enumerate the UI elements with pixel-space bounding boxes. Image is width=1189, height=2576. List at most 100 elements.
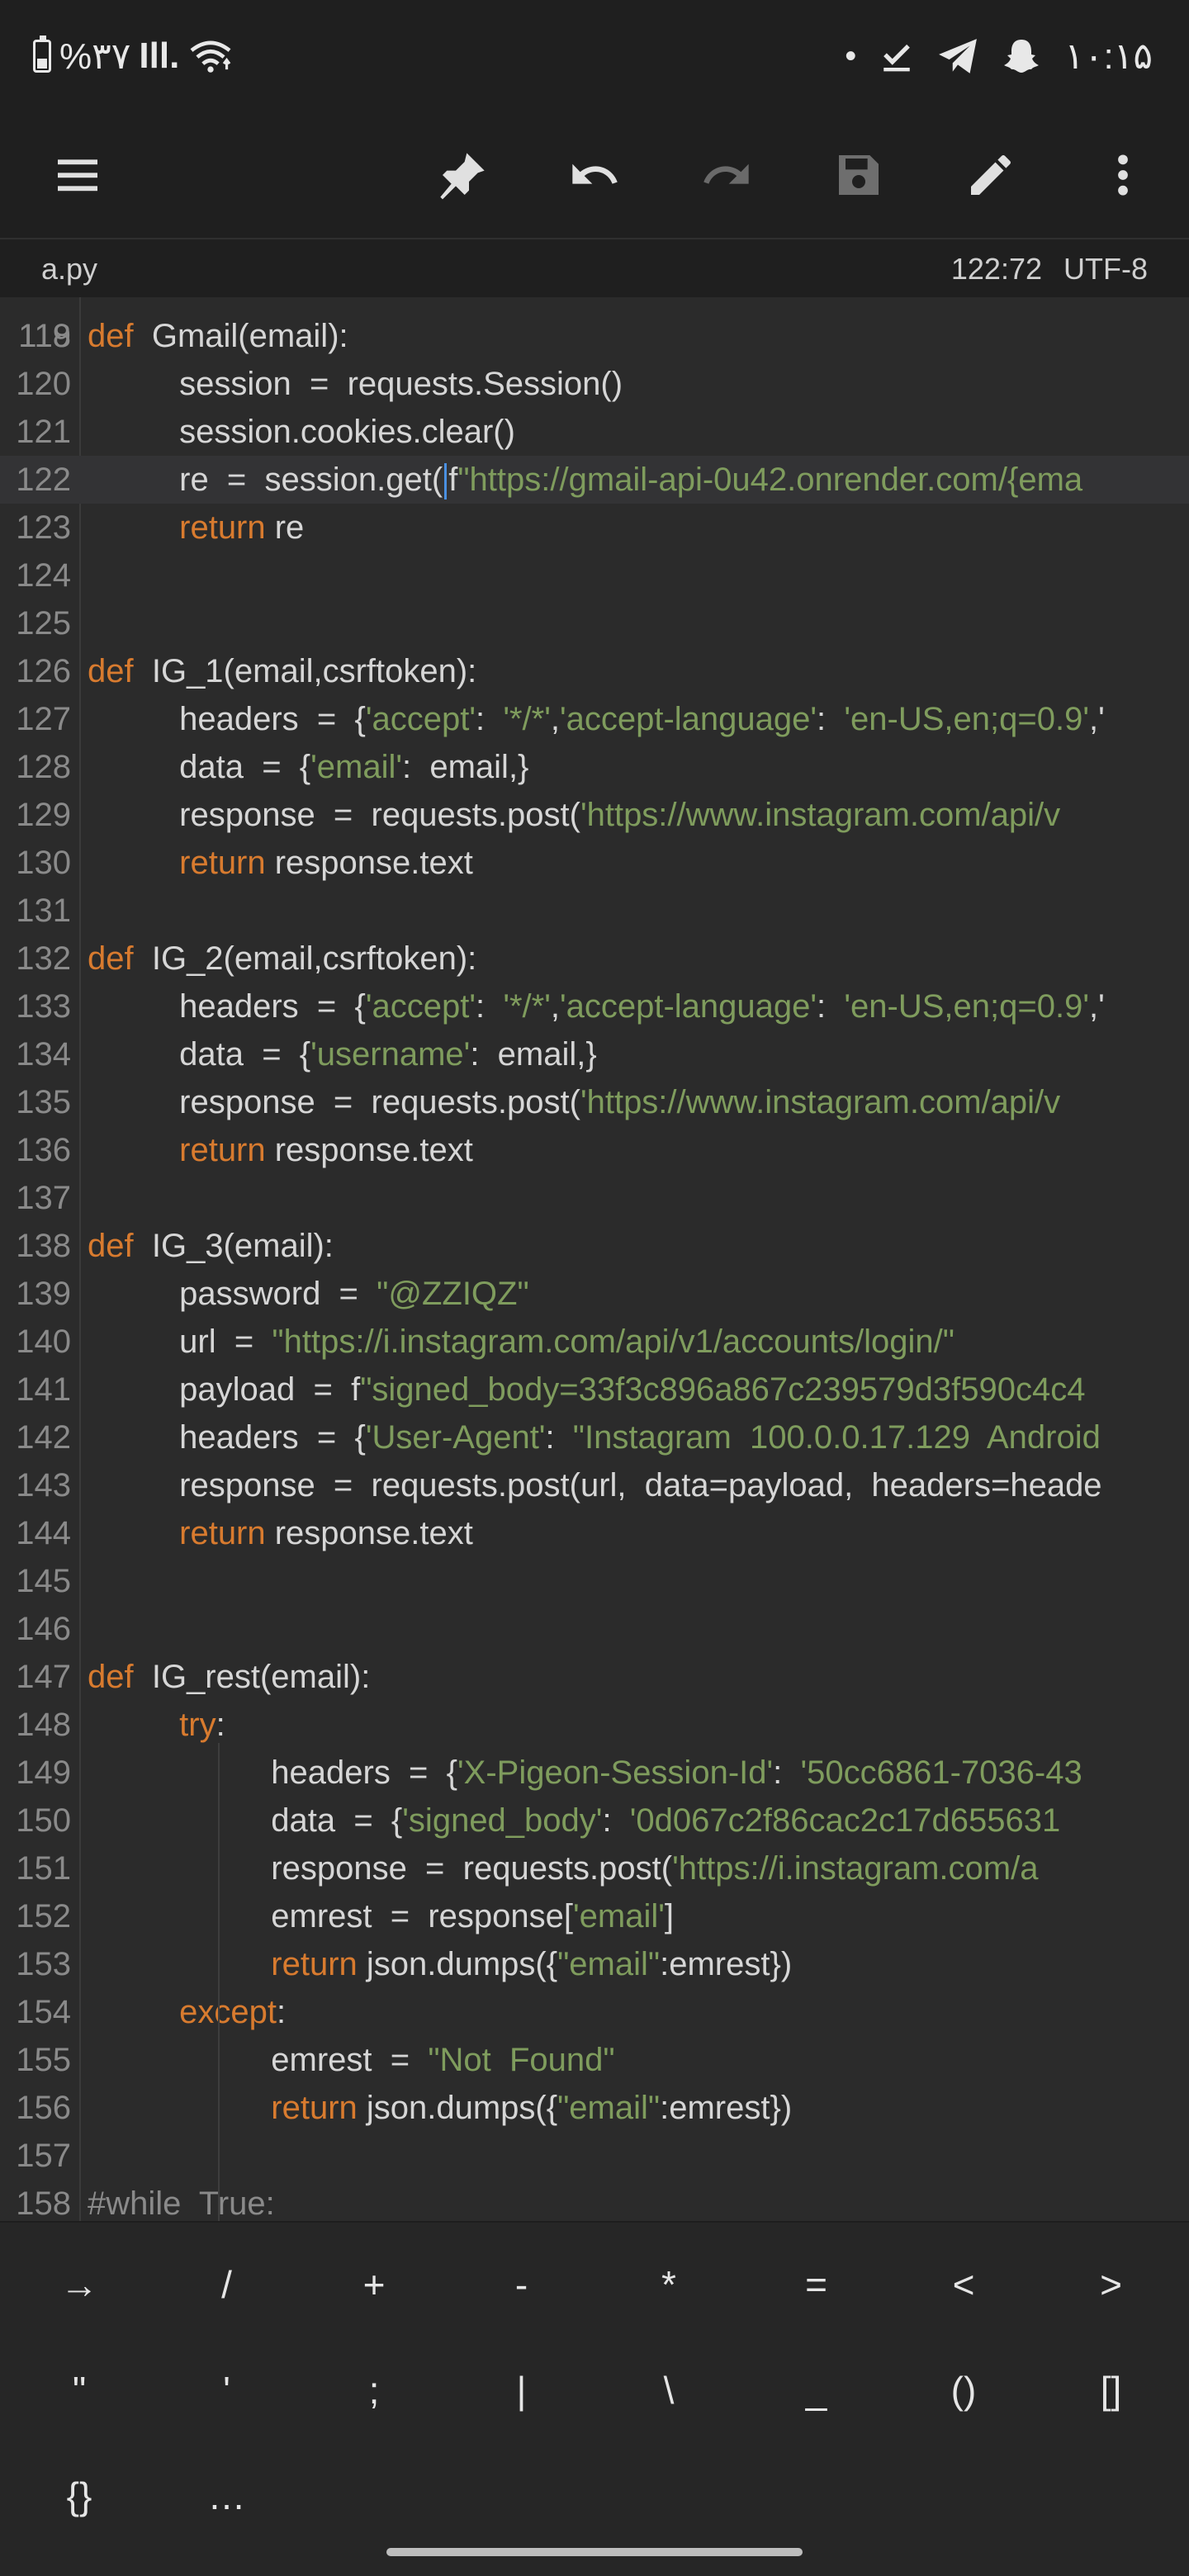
code-line[interactable]: 130 return response.text	[0, 839, 1189, 887]
code-line[interactable]: 124	[0, 552, 1189, 599]
keyword-token: def	[88, 653, 134, 689]
keyword-token: try	[88, 1707, 216, 1743]
code-line[interactable]: 132 def IG_2(email,csrftoken):	[0, 935, 1189, 983]
code-line[interactable]: 145	[0, 1557, 1189, 1605]
symbol-key[interactable]: *	[619, 2239, 718, 2330]
symbol-key[interactable]: []	[1062, 2345, 1161, 2436]
save-button[interactable]	[821, 137, 897, 213]
code-token: :	[276, 1994, 287, 2030]
code-line[interactable]: 144 return response.text	[0, 1509, 1189, 1557]
pin-button[interactable]	[424, 137, 500, 213]
encoding[interactable]: UTF-8	[1063, 252, 1148, 286]
symbol-key[interactable]: -	[472, 2239, 571, 2330]
code-line[interactable]: 120 session = requests.Session()	[0, 360, 1189, 408]
code-line[interactable]: 122 re = session.get(f"https://gmail-api…	[0, 456, 1189, 504]
symbol-key[interactable]: {}	[30, 2451, 129, 2541]
more-options-button[interactable]	[1085, 137, 1161, 213]
symbol-key[interactable]: +	[324, 2239, 424, 2330]
symbol-bar: → / + - * = < > " '; | \ _ () [] {} …	[0, 2221, 1189, 2576]
code-text: return response.text	[88, 839, 473, 887]
code-line[interactable]: 149 headers = {'X-Pigeon-Session-Id': '5…	[0, 1749, 1189, 1797]
code-token: headers = {	[88, 988, 366, 1025]
code-line[interactable]: 138 def IG_3(email):	[0, 1222, 1189, 1270]
code-line[interactable]: 141 payload = f"signed_body=33f3c896a867…	[0, 1366, 1189, 1413]
code-line[interactable]: 152 emrest = response['email']	[0, 1892, 1189, 1940]
code-line[interactable]: 137	[0, 1174, 1189, 1222]
code-line[interactable]: 119 def Gmail(email):	[0, 312, 1189, 360]
code-text: headers = {'X-Pigeon-Session-Id': '50cc6…	[88, 1749, 1082, 1797]
code-line[interactable]: 150 data = {'signed_body': '0d067c2f86ca…	[0, 1797, 1189, 1844]
line-number: 135	[16, 1084, 71, 1120]
symbol-key[interactable]: /	[178, 2239, 277, 2330]
code-line[interactable]: 123 return re	[0, 504, 1189, 552]
code-text: response = requests.post('https://i.inst…	[88, 1844, 1038, 1892]
code-line[interactable]: 148 try:	[0, 1701, 1189, 1749]
code-text: except:	[88, 1988, 286, 2036]
code-token: ]	[664, 1898, 674, 1934]
symbol-key[interactable]: \	[619, 2345, 718, 2436]
symbol-key[interactable]: …	[178, 2451, 277, 2541]
symbol-key[interactable]: =	[767, 2239, 866, 2330]
code-editor[interactable]: 118 119 def Gmail(email): 120 session = re…	[0, 297, 1189, 2221]
code-line[interactable]: 147 def IG_rest(email):	[0, 1653, 1189, 1701]
battery-icon	[33, 36, 51, 73]
code-line[interactable]: 146	[0, 1605, 1189, 1653]
code-line[interactable]: 151 response = requests.post('https://i.…	[0, 1844, 1189, 1892]
keyword-token: def	[88, 1659, 134, 1695]
code-line[interactable]: 153 return json.dumps({"email":emrest})	[0, 1940, 1189, 1988]
edit-button[interactable]	[953, 137, 1029, 213]
code-token: :	[216, 1707, 225, 1743]
code-line[interactable]: 125	[0, 599, 1189, 647]
string-token: 'accept'	[365, 988, 476, 1025]
file-name[interactable]: a.py	[41, 252, 97, 286]
code-line[interactable]: 139 password = "@ZZIQZ"	[0, 1270, 1189, 1318]
code-line[interactable]: 155 emrest = "Not Found"	[0, 2036, 1189, 2084]
symbol-key[interactable]: ()	[914, 2345, 1013, 2436]
symbol-key[interactable]: >	[1062, 2239, 1161, 2330]
code-line[interactable]: 121 session.cookies.clear()	[0, 408, 1189, 456]
code-line[interactable]: 157	[0, 2132, 1189, 2180]
code-line[interactable]: 135 response = requests.post('https://ww…	[0, 1078, 1189, 1126]
code-line[interactable]: 140 url = "https://i.instagram.com/api/v…	[0, 1318, 1189, 1366]
save-icon	[839, 155, 879, 195]
code-token: response.text	[265, 845, 473, 881]
line-number: 129	[16, 797, 71, 833]
code-line[interactable]: 128 data = {'email': email,}	[0, 743, 1189, 791]
line-number: 123	[16, 509, 71, 546]
code-token: :	[602, 1802, 630, 1839]
redo-button[interactable]	[689, 137, 765, 213]
symbol-key[interactable]: →	[30, 2239, 129, 2330]
code-token: response = requests.post(	[88, 1084, 580, 1120]
symbol-key[interactable]: "	[30, 2345, 129, 2436]
code-line[interactable]: 136 return response.text	[0, 1126, 1189, 1174]
code-text: def IG_2(email,csrftoken):	[88, 935, 476, 983]
code-line-partial: 118	[0, 297, 1189, 354]
code-line[interactable]: 142 headers = {'User-Agent': "Instagram …	[0, 1413, 1189, 1461]
symbol-key[interactable]: _	[767, 2345, 866, 2436]
code-line[interactable]: 143 response = requests.post(url, data=p…	[0, 1461, 1189, 1509]
code-line[interactable]: 156 return json.dumps({"email":emrest})	[0, 2084, 1189, 2132]
code-token: :emrest})	[660, 2090, 793, 2126]
undo-button[interactable]	[557, 137, 632, 213]
line-number: 149	[16, 1754, 71, 1791]
line-number: 132	[16, 940, 71, 977]
symbol-key[interactable]: |	[472, 2345, 571, 2436]
code-line[interactable]: 158 #while True:	[0, 2180, 1189, 2221]
line-number: 139	[16, 1276, 71, 1312]
code-line[interactable]: 133 headers = {'accept': '*/*','accept-l…	[0, 983, 1189, 1030]
code-line[interactable]: 129 response = requests.post('https://ww…	[0, 791, 1189, 839]
symbol-key[interactable]: ;	[324, 2345, 424, 2436]
symbol-key[interactable]: '	[178, 2345, 277, 2436]
code-line[interactable]: 134 data = {'username': email,}	[0, 1030, 1189, 1078]
menu-button[interactable]	[40, 137, 116, 213]
code-line[interactable]: 154 except:	[0, 1988, 1189, 2036]
navigation-handle[interactable]	[386, 2548, 803, 2556]
code-line[interactable]: 131	[0, 887, 1189, 935]
code-line[interactable]: 127 headers = {'accept': '*/*','accept-l…	[0, 695, 1189, 743]
string-token: 'https://i.instagram.com/a	[672, 1850, 1039, 1887]
string-token: "@ZZIQZ"	[377, 1276, 529, 1312]
status-left: %۳۷ Ill.	[33, 31, 234, 81]
code-token: : email,}	[470, 1036, 597, 1073]
symbol-key[interactable]: <	[914, 2239, 1013, 2330]
code-line[interactable]: 126 def IG_1(email,csrftoken):	[0, 647, 1189, 695]
